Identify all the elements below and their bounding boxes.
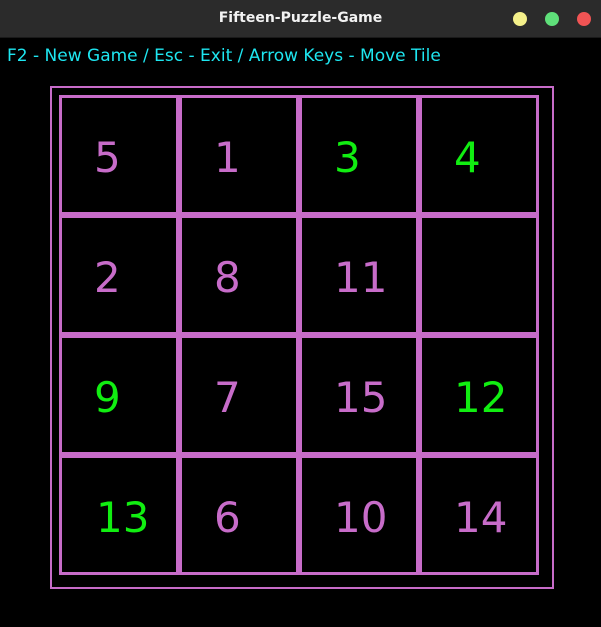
- puzzle-tile[interactable]: 4: [419, 95, 539, 215]
- puzzle-tile[interactable]: 12: [419, 335, 539, 455]
- controls-hint: F2 - New Game / Esc - Exit / Arrow Keys …: [7, 46, 441, 66]
- tile-number: 14: [454, 493, 508, 542]
- puzzle-tile[interactable]: 2: [59, 215, 179, 335]
- game-window: Fifteen-Puzzle-Game F2 - New Game / Esc …: [0, 0, 601, 627]
- tile-number: 12: [454, 373, 508, 422]
- window-title: Fifteen-Puzzle-Game: [218, 10, 383, 26]
- tile-number: 15: [334, 373, 388, 422]
- puzzle-tile[interactable]: 6: [179, 455, 299, 575]
- tile-number: 1: [214, 133, 241, 182]
- close-button[interactable]: [577, 12, 591, 26]
- puzzle-tile[interactable]: 13: [59, 455, 179, 575]
- puzzle-tile[interactable]: 10: [299, 455, 419, 575]
- title-bar[interactable]: Fifteen-Puzzle-Game: [0, 0, 601, 38]
- puzzle-tile[interactable]: 5: [59, 95, 179, 215]
- empty-slot: [419, 215, 539, 335]
- minimize-button[interactable]: [513, 12, 527, 26]
- puzzle-tile[interactable]: 14: [419, 455, 539, 575]
- tile-number: 4: [454, 133, 481, 182]
- tile-number: 10: [334, 493, 388, 542]
- tile-number: 5: [94, 133, 121, 182]
- tile-number: 13: [96, 493, 150, 542]
- tile-number: 11: [334, 253, 388, 302]
- tile-number: 6: [214, 493, 241, 542]
- puzzle-tile[interactable]: 9: [59, 335, 179, 455]
- puzzle-tile[interactable]: 11: [299, 215, 419, 335]
- puzzle-tile[interactable]: 1: [179, 95, 299, 215]
- maximize-button[interactable]: [545, 12, 559, 26]
- puzzle-tile[interactable]: 8: [179, 215, 299, 335]
- tile-number: 3: [334, 133, 361, 182]
- tile-number: 8: [214, 253, 241, 302]
- tile-number: 9: [94, 373, 121, 422]
- puzzle-board: 5 1 3 4 2 8 11 9 7 15 12 13 6 10 14: [59, 95, 539, 575]
- puzzle-tile[interactable]: 15: [299, 335, 419, 455]
- puzzle-tile[interactable]: 3: [299, 95, 419, 215]
- tile-number: 7: [214, 373, 241, 422]
- puzzle-tile[interactable]: 7: [179, 335, 299, 455]
- tile-number: 2: [94, 253, 121, 302]
